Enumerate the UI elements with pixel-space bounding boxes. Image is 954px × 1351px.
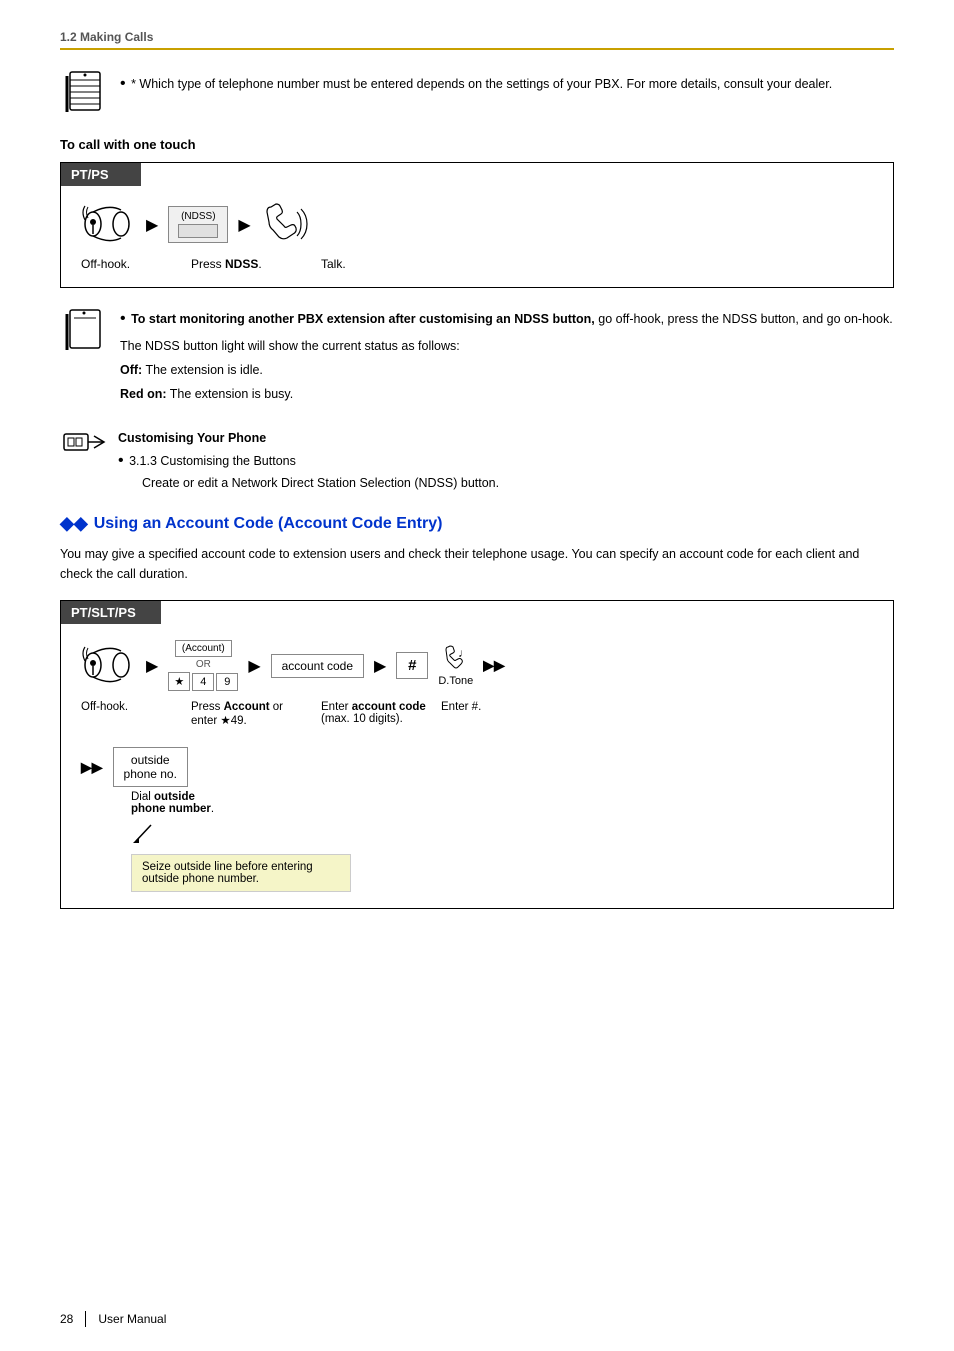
flow-row2: ▶▶ outside phone no. xyxy=(81,747,873,787)
talk-label: Talk. xyxy=(321,257,391,271)
callout-area: Seize outside line before entering outsi… xyxy=(131,823,873,892)
account-flow-row: ▶ (Account) OR ★ 4 9 ▶ account code ▶ # xyxy=(81,640,873,691)
arrow5: ▶ xyxy=(374,656,386,676)
account-code-section-title: ◆◆ Using an Account Code (Account Code E… xyxy=(60,513,894,534)
flow-labels: Off-hook. Press NDSS. Talk. xyxy=(81,257,873,271)
nine-key: 9 xyxy=(216,673,238,691)
footer-page-number: 28 xyxy=(60,1312,73,1326)
dbl-arrow-right: ▶▶ xyxy=(483,657,505,674)
account-code-description: You may give a specified account code to… xyxy=(60,544,894,584)
offhook-label: Off-hook. xyxy=(81,257,151,271)
enter-code-label: Enter account code(max. 10 digits). xyxy=(321,701,431,725)
ndss-button: (NDSS) xyxy=(168,206,228,243)
diamonds-icon: ◆◆ xyxy=(60,513,88,534)
dbl-arrow-left: ▶▶ xyxy=(81,759,103,776)
enter-hash-label: Enter #. xyxy=(441,701,511,713)
flow-row: ▶ (NDSS) ▶ xyxy=(81,202,873,247)
footer-separator xyxy=(85,1311,86,1327)
ptsltps-content: ▶ (Account) OR ★ 4 9 ▶ account code ▶ # xyxy=(61,624,893,908)
ptps-box: PT/PS ▶ xyxy=(60,162,894,288)
offhook-label2: Off-hook. xyxy=(81,701,161,713)
hash-key: # xyxy=(396,652,428,679)
customise-icon xyxy=(60,428,108,469)
customise-content: Customising Your Phone • 3.1.3 Customisi… xyxy=(118,428,499,494)
monitoring-block: • To start monitoring another PBX extens… xyxy=(60,306,894,408)
page-container: 1.2 Making Calls • * Which type of telep… xyxy=(0,0,954,1351)
callout-box: Seize outside line before entering outsi… xyxy=(131,854,351,892)
ptsltps-box: PT/SLT/PS ▶ (Account) xyxy=(60,600,894,909)
monitoring-icon xyxy=(60,306,108,357)
footer: 28 User Manual xyxy=(60,1311,894,1327)
arrow1: ▶ xyxy=(146,215,158,235)
press-ndss-label: Press NDSS. xyxy=(191,257,281,271)
svg-text:♩: ♩ xyxy=(458,646,470,660)
arrow4: ▶ xyxy=(248,656,260,676)
dtone-group: ♩ D.Tone xyxy=(438,645,473,687)
account-button-group: (Account) OR ★ 4 9 xyxy=(168,640,238,691)
four-key: 4 xyxy=(192,673,214,691)
arrow3: ▶ xyxy=(146,656,158,676)
star-key: ★ xyxy=(168,672,190,691)
offhook-icon xyxy=(81,202,136,247)
section-header: 1.2 Making Calls xyxy=(60,30,894,50)
ptps-label: PT/PS xyxy=(61,163,141,186)
ptps-content: ▶ (NDSS) ▶ Off-hook. xyxy=(61,186,893,287)
outside-phone-box: outside phone no. xyxy=(113,747,188,787)
monitoring-content: • To start monitoring another PBX extens… xyxy=(120,306,893,408)
dial-outside-label: Dial outsidephone number. xyxy=(131,791,873,815)
step-labels-row1: Off-hook. Press Account orenter ★49. Ent… xyxy=(81,701,873,727)
note-icon xyxy=(60,68,108,119)
account-btn: (Account) xyxy=(175,640,232,657)
one-touch-title: To call with one touch xyxy=(60,137,894,152)
arrow2: ▶ xyxy=(238,215,250,235)
offhook-icon-2 xyxy=(81,643,136,688)
footer-label: User Manual xyxy=(98,1312,166,1326)
customising-block: Customising Your Phone • 3.1.3 Customisi… xyxy=(60,428,894,494)
dtone-label: D.Tone xyxy=(438,675,473,687)
step-labels-row2: Dial outsidephone number. xyxy=(131,791,873,815)
ptsltps-label: PT/SLT/PS xyxy=(61,601,161,624)
press-account-label: Press Account orenter ★49. xyxy=(191,701,301,727)
talk-icon xyxy=(261,202,321,247)
note-text: • * Which type of telephone number must … xyxy=(120,68,832,96)
note-block: • * Which type of telephone number must … xyxy=(60,68,894,119)
star-row: ★ 4 9 xyxy=(168,672,238,691)
callout-arrow xyxy=(131,823,161,843)
or-text: OR xyxy=(196,659,211,670)
account-code-box: account code xyxy=(271,654,364,678)
